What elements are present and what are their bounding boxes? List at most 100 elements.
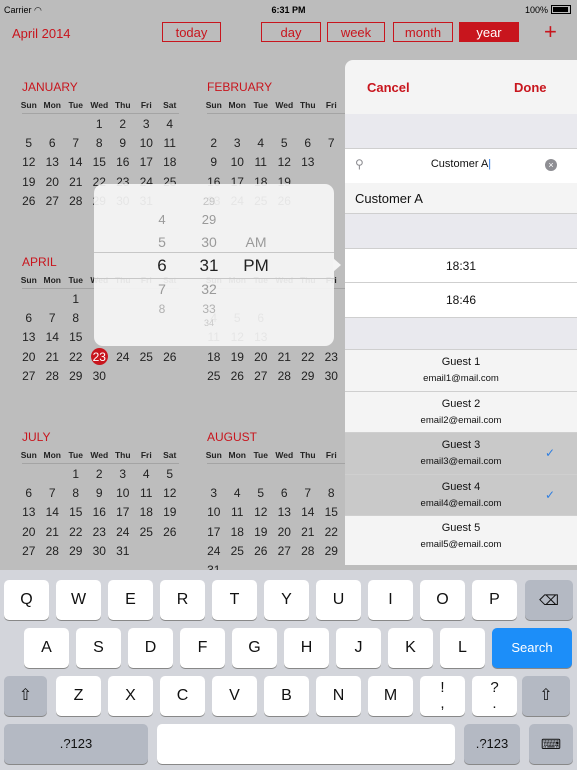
calendar-day[interactable]: 2 xyxy=(202,136,226,150)
calendar-day[interactable]: 13 xyxy=(273,505,297,519)
key-i[interactable]: I xyxy=(368,580,413,620)
calendar-day[interactable]: 13 xyxy=(17,505,41,519)
calendar-day[interactable]: 13 xyxy=(296,155,320,169)
calendar-day[interactable]: 20 xyxy=(249,350,273,364)
calendar-day[interactable]: 21 xyxy=(296,525,320,539)
calendar-day[interactable]: 29 xyxy=(64,544,88,558)
calendar-day[interactable]: 31 xyxy=(111,544,135,558)
calendar-day[interactable]: 27 xyxy=(41,194,65,208)
calendar-day[interactable]: 28 xyxy=(64,194,88,208)
calendar-day[interactable]: 21 xyxy=(41,525,65,539)
calendar-day[interactable]: 5 xyxy=(158,467,182,481)
calendar-day[interactable]: 25 xyxy=(135,350,159,364)
calendar-day[interactable]: 22 xyxy=(64,350,88,364)
calendar-day[interactable]: 28 xyxy=(41,544,65,558)
calendar-day[interactable]: 7 xyxy=(41,311,65,325)
calendar-day[interactable]: 23 xyxy=(88,525,112,539)
calendar-day[interactable]: 20 xyxy=(41,175,65,189)
calendar-day[interactable]: 19 xyxy=(249,525,273,539)
calendar-day[interactable]: 19 xyxy=(17,175,41,189)
key-f[interactable]: F xyxy=(180,628,225,668)
key-exclaim-comma[interactable]: ! , xyxy=(420,676,465,716)
time-picker[interactable]: 4 5 6 7 8 29 29 30 31 32 33 34 AM PM xyxy=(94,184,334,346)
picker-minute[interactable]: 32 xyxy=(189,281,229,297)
guest-row[interactable]: Guest 4 email4@email.com ✓ xyxy=(345,473,577,516)
picker-ampm[interactable]: PM xyxy=(236,256,276,276)
guest-row[interactable]: Guest 2 email2@email.com xyxy=(345,390,577,433)
calendar-day[interactable]: 14 xyxy=(64,155,88,169)
picker-minute[interactable]: 29 xyxy=(189,212,229,227)
calendar-day[interactable]: 14 xyxy=(41,330,65,344)
calendar-day[interactable]: 16 xyxy=(111,155,135,169)
tab-week[interactable]: week xyxy=(327,22,385,42)
picker-hour[interactable]: 4 xyxy=(142,212,182,227)
calendar-day[interactable]: 6 xyxy=(17,311,41,325)
key-d[interactable]: D xyxy=(128,628,173,668)
calendar-day[interactable]: 28 xyxy=(41,369,65,383)
cancel-button[interactable]: Cancel xyxy=(367,80,410,95)
calendar-day[interactable]: 27 xyxy=(249,369,273,383)
calendar-day[interactable]: 25 xyxy=(135,525,159,539)
picker-minute[interactable]: 34 xyxy=(189,318,229,328)
calendar-day[interactable]: 24 xyxy=(111,350,135,364)
calendar-day[interactable]: 11 xyxy=(226,505,250,519)
calendar-day[interactable]: 4 xyxy=(158,117,182,131)
calendar-day[interactable]: 10 xyxy=(111,486,135,500)
calendar-day[interactable]: 5 xyxy=(249,486,273,500)
calendar-day[interactable]: 27 xyxy=(17,544,41,558)
current-month-title[interactable]: April 2014 xyxy=(12,26,71,41)
key-j[interactable]: J xyxy=(336,628,381,668)
calendar-day[interactable]: 19 xyxy=(158,505,182,519)
tab-month[interactable]: month xyxy=(393,22,453,42)
calendar-day[interactable]: 8 xyxy=(88,136,112,150)
calendar-day[interactable]: 17 xyxy=(135,155,159,169)
calendar-day[interactable]: 2 xyxy=(88,467,112,481)
calendar-day[interactable]: 15 xyxy=(64,505,88,519)
picker-ampm[interactable]: AM xyxy=(236,234,276,250)
calendar-day[interactable]: 27 xyxy=(17,369,41,383)
picker-minute[interactable]: 29 xyxy=(189,196,229,208)
picker-hour[interactable]: 7 xyxy=(142,281,182,297)
calendar-day[interactable]: 9 xyxy=(202,155,226,169)
calendar-day[interactable]: 26 xyxy=(249,544,273,558)
calendar-day[interactable]: 1 xyxy=(88,117,112,131)
picker-hour[interactable]: 6 xyxy=(142,256,182,276)
key-question-period[interactable]: ? . xyxy=(472,676,517,716)
calendar-day[interactable]: 1 xyxy=(64,292,88,306)
calendar-day[interactable]: 21 xyxy=(273,350,297,364)
picker-minute[interactable]: 33 xyxy=(189,302,229,316)
calendar-day[interactable]: 26 xyxy=(226,369,250,383)
calendar-day[interactable]: 7 xyxy=(41,486,65,500)
calendar-day[interactable]: 9 xyxy=(88,486,112,500)
calendar-day[interactable]: 15 xyxy=(320,505,344,519)
calendar-day[interactable]: 15 xyxy=(88,155,112,169)
hide-keyboard-key[interactable]: ⌨ xyxy=(529,724,573,764)
calendar-day[interactable]: 12 xyxy=(249,505,273,519)
calendar-day[interactable]: 11 xyxy=(135,486,159,500)
add-event-button[interactable]: + xyxy=(544,21,557,43)
calendar-day[interactable]: 2 xyxy=(111,117,135,131)
calendar-day[interactable]: 24 xyxy=(111,525,135,539)
calendar-day[interactable]: 12 xyxy=(158,486,182,500)
calendar-day[interactable]: 8 xyxy=(320,486,344,500)
calendar-day[interactable]: 13 xyxy=(41,155,65,169)
calendar-day[interactable]: 30 xyxy=(88,369,112,383)
calendar-day[interactable]: 6 xyxy=(273,486,297,500)
calendar-day[interactable]: 11 xyxy=(249,155,273,169)
backspace-key[interactable]: ⌫ xyxy=(525,580,573,620)
tab-day[interactable]: day xyxy=(261,22,321,42)
calendar-day[interactable]: 23 xyxy=(88,350,112,364)
calendar-day[interactable]: 22 xyxy=(64,525,88,539)
calendar-day[interactable]: 29 xyxy=(64,369,88,383)
calendar-day[interactable]: 7 xyxy=(320,136,344,150)
calendar-day[interactable]: 19 xyxy=(226,350,250,364)
space-bar[interactable] xyxy=(157,724,455,764)
calendar-day[interactable]: 28 xyxy=(273,369,297,383)
today-button[interactable]: today xyxy=(162,22,221,42)
key-k[interactable]: K xyxy=(388,628,433,668)
calendar-day[interactable]: 13 xyxy=(17,330,41,344)
calendar-day[interactable]: 3 xyxy=(135,117,159,131)
calendar-day[interactable]: 26 xyxy=(158,350,182,364)
calendar-day[interactable]: 6 xyxy=(17,486,41,500)
calendar-day[interactable]: 3 xyxy=(111,467,135,481)
